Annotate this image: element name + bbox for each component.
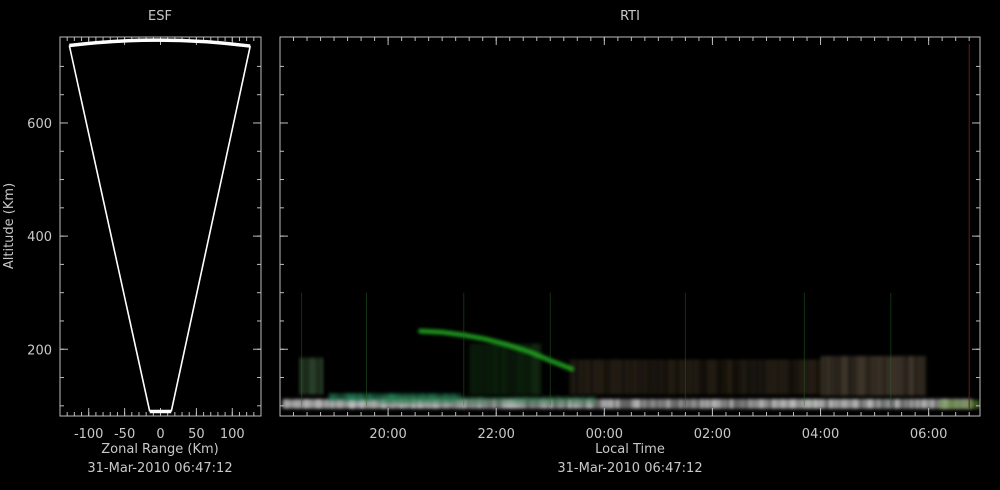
esf-y-tick-label: 200 bbox=[27, 343, 52, 358]
esf-x-tick-label: 0 bbox=[156, 427, 164, 442]
esf-x-tick-label: -50 bbox=[114, 427, 135, 442]
rti-echo-strip bbox=[593, 396, 597, 405]
esf-title: ESF bbox=[148, 9, 172, 24]
rti-panel: RTI 20:00 22:00 00:00 02:00 04:00 06:00 Local… bbox=[279, 9, 981, 476]
rti-echo-strip bbox=[319, 357, 324, 395]
rti-x-tick-label: 04:00 bbox=[802, 427, 839, 442]
esf-panel: ESF -100 -50 0 50 100 200 400 600 Altitude (Km)… bbox=[2, 9, 262, 476]
esf-x-tick-label: 100 bbox=[220, 427, 245, 442]
rti-echo-strip bbox=[922, 356, 927, 396]
rti-echo-region bbox=[820, 356, 927, 396]
esf-fan-right-edge bbox=[170, 45, 252, 412]
esf-y-axis-label: Altitude (Km) bbox=[2, 183, 17, 269]
rti-echo-region bbox=[298, 357, 324, 395]
rti-plot-area: 20:00 22:00 00:00 02:00 04:00 06:00 bbox=[279, 36, 981, 442]
rti-x-axis-label: Local Time bbox=[595, 442, 665, 457]
esf-x-tick-label: 50 bbox=[188, 427, 205, 442]
rti-x-tick-label: 22:00 bbox=[477, 427, 514, 442]
esf-fan-left-edge bbox=[68, 45, 151, 412]
esf-x-axis-label: Zonal Range (Km) bbox=[101, 442, 218, 457]
rti-echo-region bbox=[569, 359, 822, 395]
rti-echo-region bbox=[939, 400, 980, 409]
esf-x-tick-label: -100 bbox=[74, 427, 104, 442]
esf-fan-top-arc bbox=[69, 38, 251, 48]
esf-y-tick-label: 600 bbox=[27, 117, 52, 132]
rti-echo-strip bbox=[975, 400, 980, 409]
rti-x-tick-label: 20:00 bbox=[369, 427, 406, 442]
rti-x-tick-label: 06:00 bbox=[910, 427, 947, 442]
rti-x-tick-label: 02:00 bbox=[694, 427, 731, 442]
esf-timestamp: 31-Mar-2010 06:47:12 bbox=[87, 461, 232, 476]
esf-y-tick-label: 400 bbox=[27, 230, 52, 245]
esf-plot-area: -100 -50 0 50 100 200 400 600 bbox=[27, 36, 262, 442]
figure-canvas: ESF -100 -50 0 50 100 200 400 600 Altitude (Km)… bbox=[2, 9, 981, 476]
rti-echo-region bbox=[377, 396, 597, 405]
rti-title: RTI bbox=[620, 9, 640, 24]
rti-echo-strip bbox=[538, 343, 542, 395]
rti-x-tick-label: 00:00 bbox=[586, 427, 623, 442]
rti-timestamp: 31-Mar-2010 06:47:12 bbox=[557, 461, 702, 476]
esf-axes-frame bbox=[59, 36, 262, 417]
